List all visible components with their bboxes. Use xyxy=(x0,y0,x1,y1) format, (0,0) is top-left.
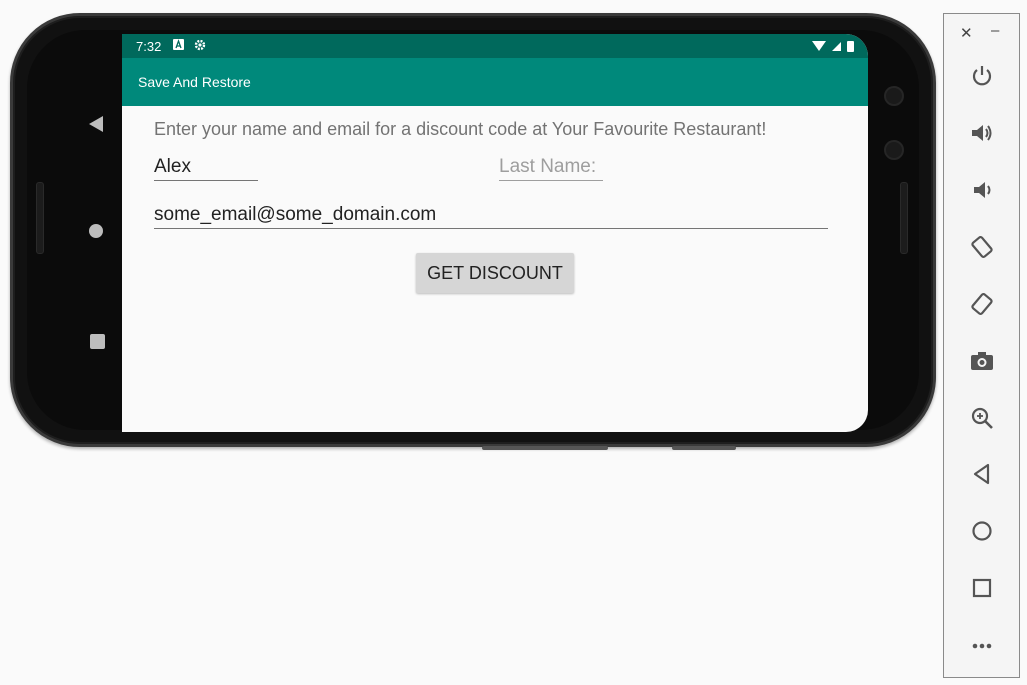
power-icon[interactable] xyxy=(965,59,999,93)
back-icon[interactable] xyxy=(89,116,103,132)
status-bar: 7:32 xyxy=(122,34,868,58)
device-speaker xyxy=(36,182,44,254)
get-discount-button[interactable]: GET DISCOUNT xyxy=(416,253,574,293)
minimize-icon[interactable]: – xyxy=(991,22,999,39)
close-icon[interactable]: ✕ xyxy=(960,24,973,42)
discount-prompt: Enter your name and email for a discount… xyxy=(154,119,767,139)
battery-icon xyxy=(847,40,854,52)
emulator-toolbar: ✕ – xyxy=(943,13,1020,678)
status-time: 7:32 xyxy=(136,38,162,54)
window-controls: ✕ – xyxy=(944,22,1019,44)
device-side-button xyxy=(482,446,608,450)
home-icon[interactable] xyxy=(89,224,103,238)
camera-icon[interactable] xyxy=(965,344,999,378)
back-icon[interactable] xyxy=(965,457,999,491)
device-side-button xyxy=(672,446,736,450)
device-screen: 7:32 Save And Restore Enter your name an… xyxy=(122,34,868,432)
overview-icon[interactable] xyxy=(965,571,999,605)
device-speaker xyxy=(900,182,908,254)
first-name-field[interactable]: Alex xyxy=(154,156,258,181)
email-field[interactable]: some_email@some_domain.com xyxy=(154,204,828,229)
volume-down-icon[interactable] xyxy=(965,173,999,207)
more-icon[interactable] xyxy=(965,627,999,661)
zoom-icon[interactable] xyxy=(965,401,999,435)
front-camera-icon xyxy=(884,86,904,106)
wifi-icon xyxy=(812,41,826,51)
volume-up-icon[interactable] xyxy=(965,116,999,150)
recents-icon[interactable] xyxy=(90,334,105,349)
rotate-left-icon[interactable] xyxy=(965,230,999,264)
sensor-icon xyxy=(884,140,904,160)
app-title: Save And Restore xyxy=(138,74,251,90)
a-icon xyxy=(173,39,185,53)
home-icon[interactable] xyxy=(965,514,999,548)
rotate-right-icon[interactable] xyxy=(965,287,999,321)
app-bar: Save And Restore xyxy=(122,58,868,106)
signal-icon xyxy=(832,41,841,51)
last-name-field[interactable]: Last Name: xyxy=(499,156,603,181)
status-icons xyxy=(812,40,854,52)
gear-icon xyxy=(194,39,206,54)
